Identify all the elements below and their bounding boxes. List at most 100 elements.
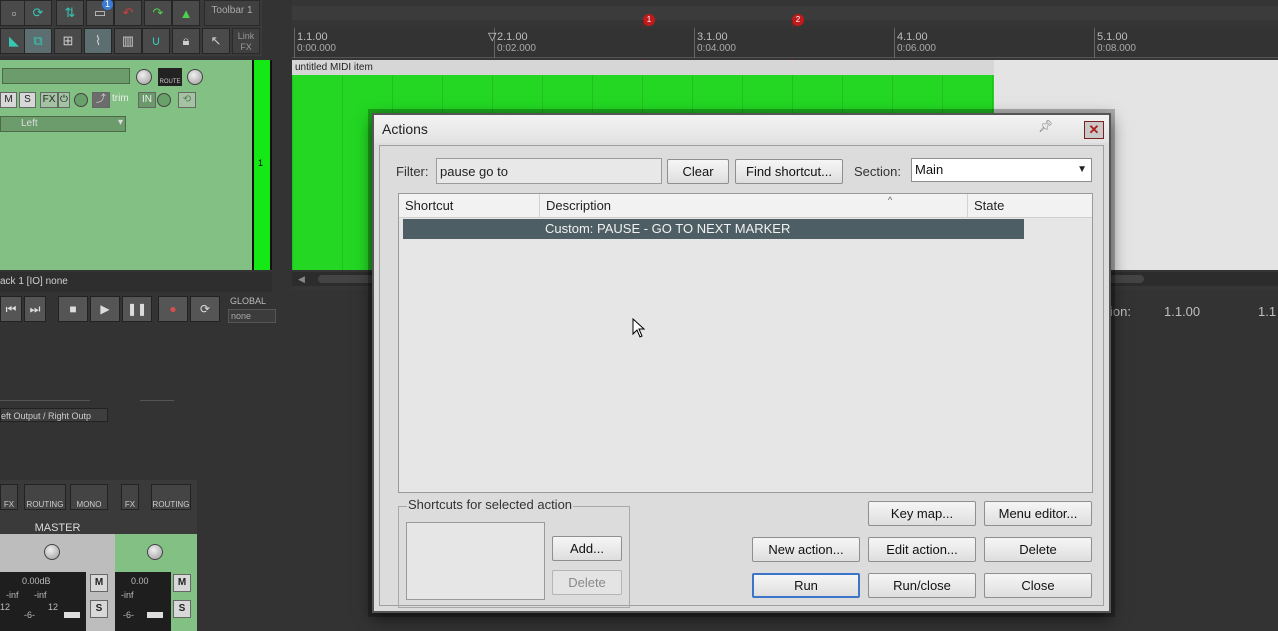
master-routing-button[interactable]: ROUTING — [24, 484, 66, 510]
column-header-shortcut[interactable]: Shortcut — [399, 194, 540, 218]
envelope-icon[interactable]: ⌇ — [84, 28, 112, 54]
position-value-secondary: 1.1 — [1258, 304, 1277, 319]
filter-input[interactable] — [436, 158, 662, 184]
new-action-button[interactable]: New action... — [752, 537, 860, 562]
track-routing-label: ROUTING — [152, 500, 190, 509]
action-list[interactable]: Shortcut Description ^ State Custom: PAU… — [398, 193, 1093, 493]
solo-button[interactable]: S — [19, 92, 36, 108]
envelope-icon[interactable]: ⤴ — [92, 92, 110, 108]
pan-knob[interactable] — [187, 69, 203, 85]
track-pan-knob[interactable] — [147, 544, 163, 560]
track-meter: 1 — [252, 60, 272, 270]
item-grouping-icon[interactable]: ⧉ — [24, 28, 52, 54]
track-volume-readout: 0.00 — [131, 576, 149, 586]
go-to-end-icon[interactable]: ⏭ — [24, 296, 46, 322]
scroll-left-icon[interactable]: ◀ — [298, 274, 305, 285]
pause-icon[interactable]: ❚❚ — [122, 296, 152, 322]
track-mute-button[interactable]: M — [173, 574, 191, 592]
link-fx-button[interactable]: Link FX — [232, 28, 260, 54]
master-mute-button[interactable]: M — [90, 574, 108, 592]
chevron-down-icon: ▼ — [1077, 164, 1087, 175]
run-close-button[interactable]: Run/close — [868, 573, 976, 598]
lock-icon[interactable]: 🔒︎ — [172, 28, 200, 54]
mute-button[interactable]: M — [0, 92, 17, 108]
volume-knob[interactable] — [136, 69, 152, 85]
open-project-icon[interactable]: ⟳ — [24, 0, 52, 26]
ruler-bar: 4.1.00 — [897, 31, 928, 43]
ruler-tick — [294, 28, 295, 58]
project-settings-icon[interactable]: ▭ 1 — [86, 0, 114, 26]
ruler-bar: 2.1.00 — [497, 31, 528, 43]
redo-icon[interactable]: ↷ — [144, 0, 172, 26]
marker-lane[interactable]: 1 2 — [292, 6, 1278, 26]
edit-action-button[interactable]: Edit action... — [868, 537, 976, 562]
add-shortcut-button[interactable]: Add... — [552, 536, 622, 561]
ruler-label: 4.1.00 0:06.000 — [897, 31, 936, 55]
track-number: 1 — [258, 158, 264, 168]
play-icon[interactable]: ▶ — [90, 296, 120, 322]
ruler-label: 3.1.00 0:04.000 — [697, 31, 736, 55]
repeat-icon[interactable]: ⟳ — [190, 296, 220, 322]
track-fx-button[interactable]: FX — [121, 484, 139, 510]
cursor-tool-icon[interactable]: ↖ — [202, 28, 230, 54]
loop-icon[interactable]: ∪ — [142, 28, 170, 54]
track-name-field[interactable] — [2, 68, 130, 84]
filter-label: Filter: — [396, 164, 429, 179]
table-row[interactable]: Custom: PAUSE - GO TO NEXT MARKER — [403, 219, 1024, 239]
clear-button[interactable]: Clear — [667, 159, 729, 184]
undo-icon[interactable]: ↶ — [114, 0, 142, 26]
actions-dialog: Actions 📌︎ ✕ Filter: Clear Find shortcut… — [372, 113, 1111, 613]
midi-item-name: untitled MIDI item — [292, 60, 994, 75]
column-header-state[interactable]: State — [968, 194, 1092, 218]
track-routing-button[interactable]: ROUTING — [151, 484, 191, 510]
stop-icon[interactable]: ■ — [58, 296, 88, 322]
fx-bypass-icon[interactable]: ⏻ — [58, 92, 70, 108]
route-button[interactable]: ROUTE — [158, 68, 182, 86]
delete-shortcut-button[interactable]: Delete — [552, 570, 622, 595]
toolbar-badge: 1 — [102, 0, 113, 10]
mouse-cursor-icon — [632, 318, 646, 338]
go-to-start-icon[interactable]: ⏮ — [0, 296, 22, 322]
dialog-titlebar[interactable]: Actions 📌︎ ✕ — [374, 115, 1109, 143]
delete-action-button[interactable]: Delete — [984, 537, 1092, 562]
phase-icon[interactable] — [74, 93, 88, 107]
save-project-icon[interactable]: ⇅ — [56, 0, 84, 26]
master-solo-button[interactable]: S — [90, 600, 108, 618]
close-button[interactable]: Close — [984, 573, 1092, 598]
fx-button[interactable]: FX — [40, 92, 58, 108]
master-fader[interactable] — [64, 612, 80, 618]
track-fader[interactable] — [147, 612, 163, 618]
column-header-description-label: Description — [546, 198, 612, 213]
marker-2[interactable]: 2 — [792, 14, 804, 26]
column-header-description[interactable]: Description ^ — [540, 194, 968, 218]
transport-bar: ⏮ ⏭ ■ ▶ ❚❚ ● ⟳ GLOBAL none — [0, 294, 290, 326]
track-solo-button[interactable]: S — [173, 600, 191, 618]
close-icon[interactable]: ✕ — [1084, 121, 1104, 139]
input-monitor-button[interactable]: IN — [138, 92, 156, 108]
menu-editor-button[interactable]: Menu editor... — [984, 501, 1092, 526]
marker-1[interactable]: 1 — [643, 14, 655, 26]
record-mode-icon[interactable]: ⟲ — [178, 92, 196, 108]
master-pan-knob[interactable] — [44, 544, 60, 560]
global-automation-select[interactable]: none — [228, 309, 276, 323]
timeline-ruler[interactable]: 1.1.00 0:00.000 2.1.00 0:02.000 3.1.00 0:04… — [292, 28, 1278, 58]
grid-icon[interactable]: ▥ — [114, 28, 142, 54]
ruler-tick — [894, 28, 895, 58]
find-shortcut-button[interactable]: Find shortcut... — [735, 159, 843, 184]
input-dropdown-icon[interactable] — [157, 93, 171, 107]
mono-button[interactable]: MONO — [70, 484, 108, 510]
record-icon[interactable]: ● — [158, 296, 188, 322]
master-output-select[interactable]: eft Output / Right Outp — [0, 408, 108, 422]
key-map-button[interactable]: Key map... — [868, 501, 976, 526]
ruler-bar: 5.1.00 — [1097, 31, 1128, 43]
ruler-bar: 3.1.00 — [697, 31, 728, 43]
metronome-icon[interactable]: ▲ — [172, 0, 200, 26]
snap-icon[interactable]: ⊞ — [54, 28, 82, 54]
master-fx-button[interactable]: FX — [0, 484, 18, 510]
input-select[interactable]: Left ▾ — [0, 116, 126, 132]
run-button[interactable]: Run — [752, 573, 860, 598]
mixer-panel: eft Output / Right Outp FX ROUTING MONO … — [0, 328, 292, 631]
pin-icon[interactable]: 📌︎ — [1038, 119, 1053, 135]
shortcuts-listbox[interactable] — [406, 522, 545, 600]
section-select[interactable]: Main ▼ — [911, 158, 1092, 182]
